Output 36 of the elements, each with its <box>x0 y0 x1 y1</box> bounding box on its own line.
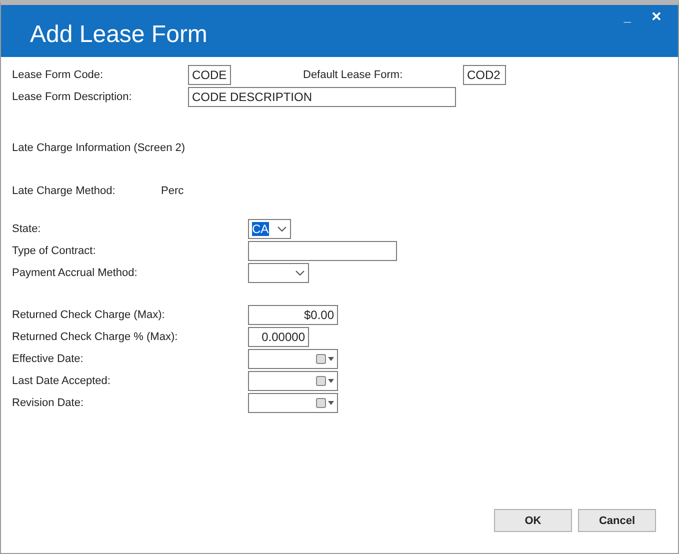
date-picker[interactable] <box>248 349 338 369</box>
field-label: Last Date Accepted: <box>12 375 112 387</box>
field-label: Returned Check Charge (Max): <box>12 309 166 321</box>
input-field[interactable]: COD2 <box>463 65 506 85</box>
field-value: Perc <box>161 185 184 199</box>
input-field[interactable]: 0.00000 <box>248 327 309 347</box>
chevron-icon <box>295 270 305 276</box>
field-label: Type of Contract: <box>12 245 97 257</box>
ok-button[interactable]: OK <box>494 509 572 532</box>
field-label: Returned Check Charge % (Max): <box>12 331 179 343</box>
field-label: Payment Accrual Method: <box>12 267 138 279</box>
section-title: Late Charge Information (Screen 2) <box>12 142 186 156</box>
field-label: Default Lease Form: <box>303 69 404 81</box>
field-label: State: <box>12 223 42 235</box>
input-field[interactable]: CODE <box>188 65 231 85</box>
dropdown-value: CA <box>252 222 269 236</box>
cancel-button[interactable]: Cancel <box>578 509 656 532</box>
field-label: Late Charge Method: <box>12 185 116 199</box>
calendar-icon[interactable] <box>316 354 334 364</box>
date-picker[interactable] <box>248 393 338 413</box>
input-field[interactable] <box>248 241 397 261</box>
date-picker[interactable] <box>248 371 338 391</box>
input-field[interactable]: $0.00 <box>248 305 338 325</box>
chevron-icon <box>277 226 287 232</box>
field-label: Effective Date: <box>12 353 84 365</box>
field-label: Revision Date: <box>12 397 85 409</box>
minimize-button[interactable]: _ <box>622 9 633 24</box>
dropdown[interactable] <box>248 263 309 283</box>
input-field[interactable]: CODE DESCRIPTION <box>188 87 456 107</box>
field-label: Lease Form Description: <box>12 91 133 103</box>
close-button[interactable]: ✕ <box>649 9 664 24</box>
calendar-icon[interactable] <box>316 376 334 386</box>
window-title: Add Lease Form <box>30 21 208 49</box>
calendar-icon[interactable] <box>316 398 334 408</box>
dropdown[interactable]: CA <box>248 219 291 239</box>
field-label: Lease Form Code: <box>12 69 104 81</box>
